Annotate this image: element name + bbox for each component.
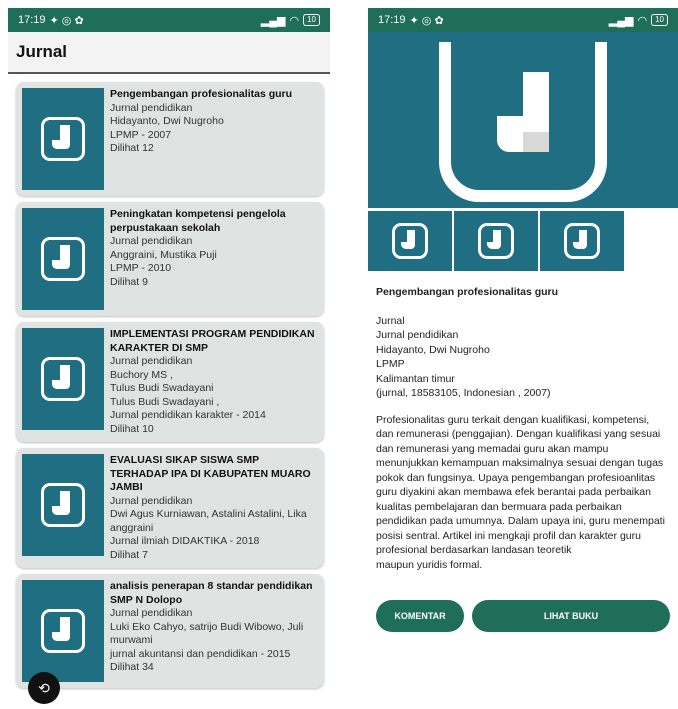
info-line: Kalimantan timur xyxy=(376,372,455,385)
journal-detail-screen: 17:19 ✦ ◎ ✿ ▂▄▆ ◠ 10 Pengembangan profes… xyxy=(368,8,678,708)
journal-card[interactable]: Pengembangan profesionalitas guru Jurnal… xyxy=(16,82,324,196)
info-line: Jurnal pendidikan xyxy=(376,329,459,341)
abstract-line: maupun yuridis formal. xyxy=(376,558,483,571)
journal-publisher-year: jurnal akuntansi dan pendidikan - 2015 xyxy=(110,647,291,660)
journal-title: analisis penerapan 8 standar pendidikan … xyxy=(110,580,313,606)
abstract-line: pendidikan pada umumnya. Dalam upaya ini… xyxy=(376,515,665,527)
page-title: Jurnal xyxy=(16,42,68,61)
thumbnail-3[interactable] xyxy=(540,211,624,271)
abstract-line: dan remunerasi yang memadai guru akan ma… xyxy=(376,442,609,455)
journal-title: Pengembangan profesionalitas guru xyxy=(110,88,293,100)
journal-logo-icon xyxy=(392,223,428,259)
notification-icon: ✦ ◎ ✿ xyxy=(409,14,444,27)
journal-category: Jurnal pendidikan xyxy=(110,235,193,247)
journal-title: EVALUASI SIKAP SISWA SMP TERHADAP IPA DI… xyxy=(110,454,311,493)
abstract-line: pokok dan fungsinya. Upaya pengembangan … xyxy=(376,471,656,484)
journal-logo-icon xyxy=(41,483,85,527)
journal-card[interactable]: analisis penerapan 8 standar pendidikan … xyxy=(16,574,324,688)
journal-category: Jurnal pendidikan xyxy=(110,355,193,367)
app-bar: Jurnal xyxy=(8,32,330,74)
journal-title: IMPLEMENTASI PROGRAM PENDIDIKAN KARAKTER… xyxy=(110,328,315,354)
journal-list: Pengembangan profesionalitas guru Jurnal… xyxy=(8,82,330,688)
journal-category: Jurnal pendidikan xyxy=(110,101,193,114)
journal-thumbnail xyxy=(22,208,104,310)
thumbnail-2[interactable] xyxy=(454,211,538,271)
abstract-line: kualitas pembelajaran dan bermuara pada … xyxy=(376,500,622,513)
detail-info: Jurnal Jurnal pendidikan Hidayanto, Dwi … xyxy=(376,314,670,401)
view-book-button[interactable]: LIHAT BUKU xyxy=(472,600,670,632)
journal-thumbnail xyxy=(22,580,104,682)
info-line: Hidayanto, Dwi Nugroho xyxy=(376,343,490,356)
status-time: 17:19 xyxy=(18,14,46,26)
journal-card[interactable]: EVALUASI SIKAP SISWA SMP TERHADAP IPA DI… xyxy=(16,448,324,568)
journal-logo-icon xyxy=(41,117,85,161)
journal-thumbnail xyxy=(22,328,104,430)
journal-authors: Luki Eko Cahyo, satrijo Budi Wibowo, Jul… xyxy=(110,620,304,647)
abstract-line: Profesionalitas guru terkait dengan kual… xyxy=(376,413,650,426)
journal-detail: Pengembangan profesionalitas guru Jurnal… xyxy=(368,285,678,572)
info-line: (jurnal, 18583105, Indonesian , 2007) xyxy=(376,387,551,399)
journal-info: Pengembangan profesionalitas guru Jurnal… xyxy=(110,88,292,190)
abstract-line: guru diyakini akan membawa efek berantai… xyxy=(376,486,651,498)
thumbnail-1[interactable] xyxy=(368,211,452,271)
journal-logo-icon xyxy=(439,42,607,202)
journal-publisher-year: Jurnal pendidikan karakter - 2014 xyxy=(110,409,266,421)
wifi-icon: ◠ xyxy=(637,14,648,27)
status-bar: 17:19 ✦ ◎ ✿ ▂▄▆ ◠ 10 xyxy=(8,8,330,32)
abstract-line: posisi sentral. Artikel ini mengkaji pro… xyxy=(376,529,641,542)
journal-views: Dilihat 9 xyxy=(110,275,148,288)
battery-icon: 10 xyxy=(651,14,668,26)
journal-views: Dilihat 12 xyxy=(110,142,154,154)
info-line: LPMP xyxy=(376,358,405,370)
journal-info: analisis penerapan 8 standar pendidikan … xyxy=(110,580,318,682)
journal-authors: Tulus Budi Swadayani , xyxy=(110,395,220,408)
detail-title: Pengembangan profesionalitas guru xyxy=(376,286,559,298)
abstract-text: Profesionalitas guru terkait dengan kual… xyxy=(376,413,670,573)
journal-logo-icon xyxy=(41,237,85,281)
journal-publisher-year: Jurnal ilmiah DIDAKTIKA - 2018 xyxy=(110,535,260,547)
journal-views: Dilihat 34 xyxy=(110,661,154,673)
journal-logo-icon xyxy=(478,223,514,259)
journal-publisher-year: LPMP - 2007 xyxy=(110,128,172,141)
journal-thumbnail xyxy=(22,454,104,556)
journal-authors: Buchory MS , xyxy=(110,368,174,381)
abstract-line: profesional berdasarkan landasan teoreti… xyxy=(376,544,572,556)
signal-icon: ▂▄▆ xyxy=(260,14,286,27)
journal-logo-icon xyxy=(41,609,85,653)
journal-category: Jurnal pendidikan xyxy=(110,494,193,507)
journal-authors: Dwi Agus Kurniawan, Astalini Astalini, L… xyxy=(110,508,307,534)
journal-title: Peningkatan kompetensi pengelola perpust… xyxy=(110,208,286,234)
thumbnail-strip xyxy=(368,211,678,271)
status-time: 17:19 xyxy=(378,14,406,26)
journal-card[interactable]: Peningkatan kompetensi pengelola perpust… xyxy=(16,202,324,316)
status-bar: 17:19 ✦ ◎ ✿ ▂▄▆ ◠ 10 xyxy=(368,8,678,32)
journal-authors: Anggraini, Mustika Puji xyxy=(110,248,217,261)
notification-icon: ✦ ◎ ✿ xyxy=(49,14,84,27)
journal-info: Peningkatan kompetensi pengelola perpust… xyxy=(110,208,318,310)
cover-image xyxy=(368,32,678,208)
journal-category: Jurnal pendidikan xyxy=(110,607,193,619)
battery-icon: 10 xyxy=(303,14,320,26)
journal-views: Dilihat 7 xyxy=(110,548,148,561)
abstract-line: menunjukkan kemampuan maksimalnya sesuai… xyxy=(376,457,664,469)
journal-info: IMPLEMENTASI PROGRAM PENDIDIKAN KARAKTER… xyxy=(110,328,318,436)
action-buttons: KOMENTAR LIHAT BUKU xyxy=(368,600,678,632)
journal-authors: Hidayanto, Dwi Nugroho xyxy=(110,115,224,127)
rotate-button[interactable]: ⟲ xyxy=(28,672,60,704)
info-line: Jurnal xyxy=(376,314,405,327)
signal-icon: ▂▄▆ xyxy=(608,14,634,27)
journal-info: EVALUASI SIKAP SISWA SMP TERHADAP IPA DI… xyxy=(110,454,318,562)
journal-thumbnail xyxy=(22,88,104,190)
journal-views: Dilihat 10 xyxy=(110,422,154,435)
journal-card[interactable]: IMPLEMENTASI PROGRAM PENDIDIKAN KARAKTER… xyxy=(16,322,324,442)
comment-button[interactable]: KOMENTAR xyxy=(376,600,464,632)
journal-logo-icon xyxy=(41,357,85,401)
journal-publisher-year: LPMP - 2010 xyxy=(110,262,172,274)
abstract-line: dan remunerasi (penggajian). Dengan kual… xyxy=(376,428,661,440)
wifi-icon: ◠ xyxy=(289,14,300,27)
rotate-icon: ⟲ xyxy=(38,679,50,696)
journal-logo-icon xyxy=(564,223,600,259)
journal-list-screen: 17:19 ✦ ◎ ✿ ▂▄▆ ◠ 10 Jurnal Pengembangan… xyxy=(8,8,330,708)
journal-authors: Tulus Budi Swadayani xyxy=(110,382,214,394)
